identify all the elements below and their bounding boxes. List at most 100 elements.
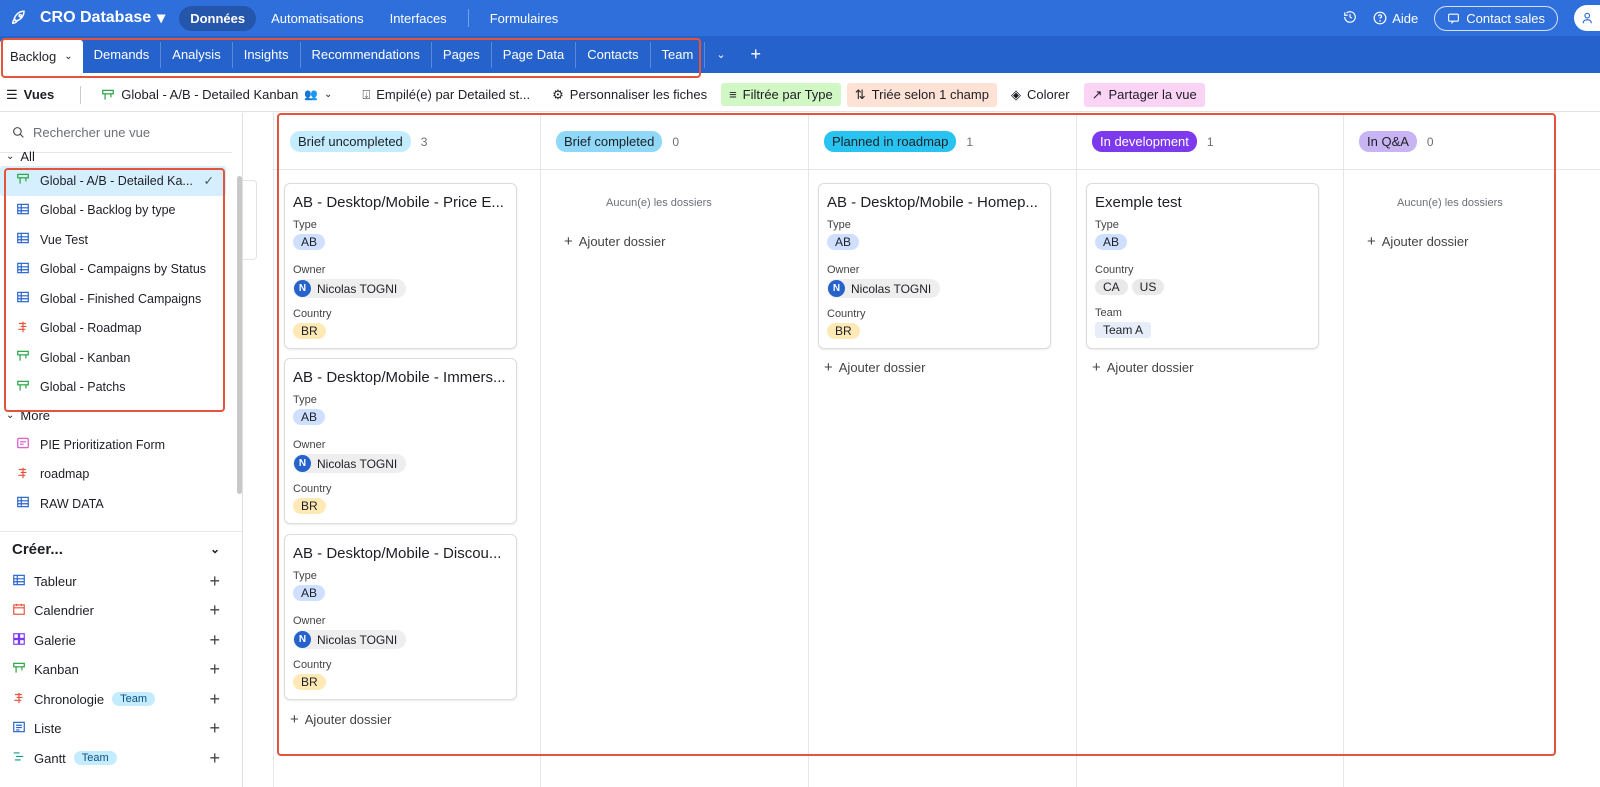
section-all[interactable]: ⌄ All <box>0 151 242 161</box>
contact-sales-button[interactable]: Contact sales <box>1434 5 1558 31</box>
add-record-button[interactable]: + Ajouter dossier <box>564 233 665 250</box>
create-view-item[interactable]: Tableur + <box>0 567 242 597</box>
sidebar-view-item[interactable]: Global - Campaigns by Status <box>0 255 226 285</box>
sidebar-view-item[interactable]: Global - Finished Campaigns <box>0 284 226 314</box>
column-count: 1 <box>1206 134 1214 149</box>
history-icon[interactable] <box>1343 10 1357 27</box>
color-button[interactable]: ◈ Colorer <box>1003 83 1078 107</box>
section-more[interactable]: ⌄ More <box>0 404 242 426</box>
plus-icon[interactable]: + <box>209 630 220 651</box>
tab-contacts[interactable]: Contacts <box>576 41 651 68</box>
sidebar-view-item[interactable]: Global - Patchs <box>0 373 226 403</box>
help-label: Aide <box>1392 10 1419 26</box>
stacked-by-button[interactable]: ⍗ Empilé(e) par Detailed st... <box>354 83 538 107</box>
tab-pages[interactable]: Pages <box>432 41 492 68</box>
create-view-list: Tableur + Calendrier + Galerie + Kanban + Chrono… <box>0 567 242 774</box>
add-table-plus-icon[interactable]: + <box>737 42 776 68</box>
sort-button[interactable]: ⇅ Triée selon 1 champ <box>846 82 997 107</box>
record-card[interactable]: AB - Desktop/Mobile - Price E... Type AB Ow… <box>284 183 517 349</box>
sidebar-view-item[interactable]: RAW DATA <box>0 489 226 519</box>
kanban-icon <box>16 379 30 396</box>
tab-demands[interactable]: Demands <box>83 41 162 68</box>
add-record-button[interactable]: + Ajouter dossier <box>290 711 391 728</box>
sidebar-view-item[interactable]: Vue Test <box>0 225 226 255</box>
create-view-item-label: Chronologie <box>34 691 105 707</box>
kanban-column: Brief completed 0 <box>540 113 808 773</box>
nav-donnees[interactable]: Données <box>179 5 257 31</box>
record-card[interactable]: Exemple test Type AB Country CA US Team Team A <box>1086 183 1319 349</box>
create-view-item[interactable]: Calendrier + <box>0 596 242 626</box>
sidebar-view-item[interactable]: PIE Prioritization Form <box>0 430 226 460</box>
more-tables-chevron-icon[interactable]: ⌄ <box>705 42 736 68</box>
add-record-button[interactable]: + Ajouter dossier <box>824 359 925 376</box>
customize-cards-button[interactable]: ⚙ Personnaliser les fiches <box>544 83 715 107</box>
grid-icon <box>16 231 30 248</box>
top-nav: Données Automatisations Interfaces Formu… <box>179 5 570 31</box>
sidebar-view-label: Vue Test <box>40 232 88 247</box>
add-record-button[interactable]: + Ajouter dossier <box>1367 233 1468 250</box>
sidebar-scrollbar[interactable] <box>237 176 242 494</box>
owner-name: Nicolas TOGNI <box>317 281 398 296</box>
sidebar-view-item[interactable]: Global - Kanban <box>0 343 226 373</box>
create-view-item[interactable]: Kanban + <box>0 655 242 685</box>
column-header[interactable]: Planned in roadmap 1 <box>824 131 973 152</box>
column-header[interactable]: Brief completed 0 <box>556 131 679 152</box>
share-view-button[interactable]: ↗ Partager la vue <box>1083 82 1205 107</box>
plus-icon[interactable]: + <box>209 718 220 739</box>
plus-icon[interactable]: + <box>209 571 220 592</box>
filter-button[interactable]: ≡ Filtrée par Type <box>721 83 841 106</box>
section-more-label: More <box>20 407 51 423</box>
column-header[interactable]: In development 1 <box>1092 131 1214 152</box>
view-search[interactable]: Rechercher une vue <box>0 113 232 153</box>
help-button[interactable]: Aide <box>1373 11 1418 26</box>
sidebar-view-item[interactable]: Global - A/B - Detailed Ka... ✓ <box>0 166 226 196</box>
grid-icon <box>16 495 30 512</box>
nav-automatisations[interactable]: Automatisations <box>260 6 375 31</box>
search-input[interactable]: Rechercher une vue <box>33 125 150 140</box>
nav-formulaires[interactable]: Formulaires <box>479 6 570 31</box>
chevron-down-icon: ⌄ <box>64 51 73 62</box>
field-label: Team <box>1095 307 1122 319</box>
base-name-button[interactable]: CRO Database ▾ <box>40 8 165 28</box>
plus-icon[interactable]: + <box>209 659 220 680</box>
views-toggle-button[interactable]: ☰ Vues <box>0 83 62 107</box>
tab-team[interactable]: Team <box>651 41 706 68</box>
create-view-item-label: Tableur <box>34 573 77 589</box>
record-card[interactable]: AB - Desktop/Mobile - Discou... Type AB Own… <box>284 534 517 700</box>
record-card[interactable]: AB - Desktop/Mobile - Homep... Type AB Owne… <box>818 183 1051 349</box>
tab-backlog[interactable]: Backlog ⌄ <box>0 40 83 73</box>
people-icon: 👥 <box>304 89 319 101</box>
card-title: AB - Desktop/Mobile - Homep... <box>827 194 1038 211</box>
create-view-item[interactable]: Gantt Team + <box>0 744 242 774</box>
check-icon: ✓ <box>203 174 214 189</box>
plus-icon[interactable]: + <box>209 748 220 769</box>
sidebar-view-item[interactable]: Global - Roadmap <box>0 314 226 344</box>
column-header[interactable]: In Q&A 0 <box>1359 131 1434 152</box>
tab-page-data[interactable]: Page Data <box>492 41 577 68</box>
plus-icon[interactable]: + <box>209 689 220 710</box>
sidebar-view-item[interactable]: roadmap <box>0 460 226 490</box>
nav-interfaces[interactable]: Interfaces <box>379 6 458 31</box>
share-users-button[interactable] <box>1574 5 1600 31</box>
create-view-item[interactable]: Galerie + <box>0 626 242 656</box>
rocket-icon[interactable] <box>0 9 36 27</box>
plus-icon[interactable]: + <box>209 600 220 621</box>
current-view-button[interactable]: Global - A/B - Detailed Kanban 👥 ⌄ <box>93 83 340 106</box>
add-record-button[interactable]: + Ajouter dossier <box>1092 359 1193 376</box>
tab-recommendations[interactable]: Recommendations <box>301 41 432 68</box>
tab-insights[interactable]: Insights <box>233 41 301 68</box>
sidebar-view-label: PIE Prioritization Form <box>40 437 166 452</box>
create-view-item[interactable]: Chronologie Team + <box>0 685 242 715</box>
tab-backlog-label: Backlog <box>10 49 57 64</box>
sidebar-view-item[interactable]: Global - Backlog by type <box>0 196 226 226</box>
sidebar-view-label: Global - Roadmap <box>40 321 142 336</box>
create-view-item[interactable]: Liste + <box>0 714 242 744</box>
type-chip: AB <box>293 409 326 425</box>
collapsed-panel-edge <box>243 180 257 260</box>
tab-analysis[interactable]: Analysis <box>161 41 233 68</box>
view-toolbar: ☰ Vues Global - A/B - Detailed Kanban 👥 … <box>0 78 1600 112</box>
create-view-header[interactable]: Créer... ⌄ <box>0 530 242 567</box>
column-header[interactable]: Brief uncompleted 3 <box>290 131 427 152</box>
record-card[interactable]: AB - Desktop/Mobile - Immers... Type AB Own… <box>284 358 517 524</box>
kanban-board: Brief uncompleted 3 Brief completed 0 Pl… <box>274 113 1600 787</box>
